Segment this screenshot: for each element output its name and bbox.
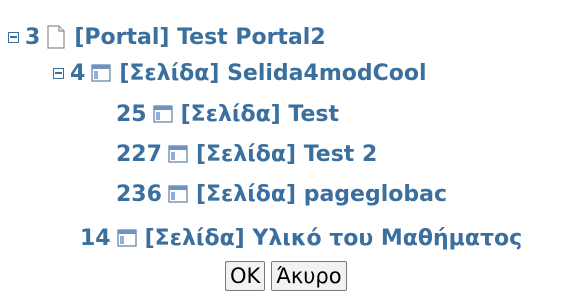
item-id: 227 bbox=[116, 141, 162, 167]
tree-item-page: 14 [Σελίδα] Υλικό του Μαθήματος bbox=[80, 222, 522, 254]
cancel-button[interactable]: Άκυρο bbox=[271, 261, 347, 291]
tree-item-link[interactable]: [Σελίδα] Υλικό του Μαθήματος bbox=[145, 226, 523, 251]
item-id: 14 bbox=[80, 225, 111, 251]
tree-item-page: 25 [Σελίδα] Test bbox=[116, 98, 339, 130]
document-icon bbox=[47, 25, 65, 49]
item-id: 4 bbox=[70, 60, 86, 86]
tree-item-link[interactable]: [Σελίδα] pageglobac bbox=[196, 182, 447, 207]
collapse-toggle-icon[interactable] bbox=[8, 31, 19, 43]
page-window-icon bbox=[91, 64, 111, 82]
item-id: 3 bbox=[25, 24, 41, 50]
tree-item-page: 236 [Σελίδα] pageglobac bbox=[116, 178, 447, 210]
tree-item-link[interactable]: [Σελίδα] Test bbox=[181, 102, 339, 127]
collapse-toggle-icon[interactable] bbox=[53, 67, 64, 79]
tree-item-page: 227 [Σελίδα] Test 2 bbox=[116, 138, 377, 170]
ok-button[interactable]: OK bbox=[225, 261, 266, 291]
tree-item-page: 4 [Σελίδα] Selida4modCool bbox=[53, 57, 427, 89]
page-window-icon bbox=[168, 145, 188, 163]
tree-item-link[interactable]: [Portal] Test Portal2 bbox=[74, 25, 325, 50]
page-window-icon bbox=[153, 105, 173, 123]
dialog-buttons: OK Άκυρο bbox=[225, 261, 347, 291]
item-id: 236 bbox=[116, 181, 162, 207]
page-window-icon bbox=[117, 229, 137, 247]
tree-item-portal: 3 [Portal] Test Portal2 bbox=[8, 21, 326, 53]
page-window-icon bbox=[168, 185, 188, 203]
tree-item-link[interactable]: [Σελίδα] Test 2 bbox=[196, 142, 377, 167]
item-id: 25 bbox=[116, 101, 147, 127]
tree-item-link[interactable]: [Σελίδα] Selida4modCool bbox=[119, 61, 426, 86]
